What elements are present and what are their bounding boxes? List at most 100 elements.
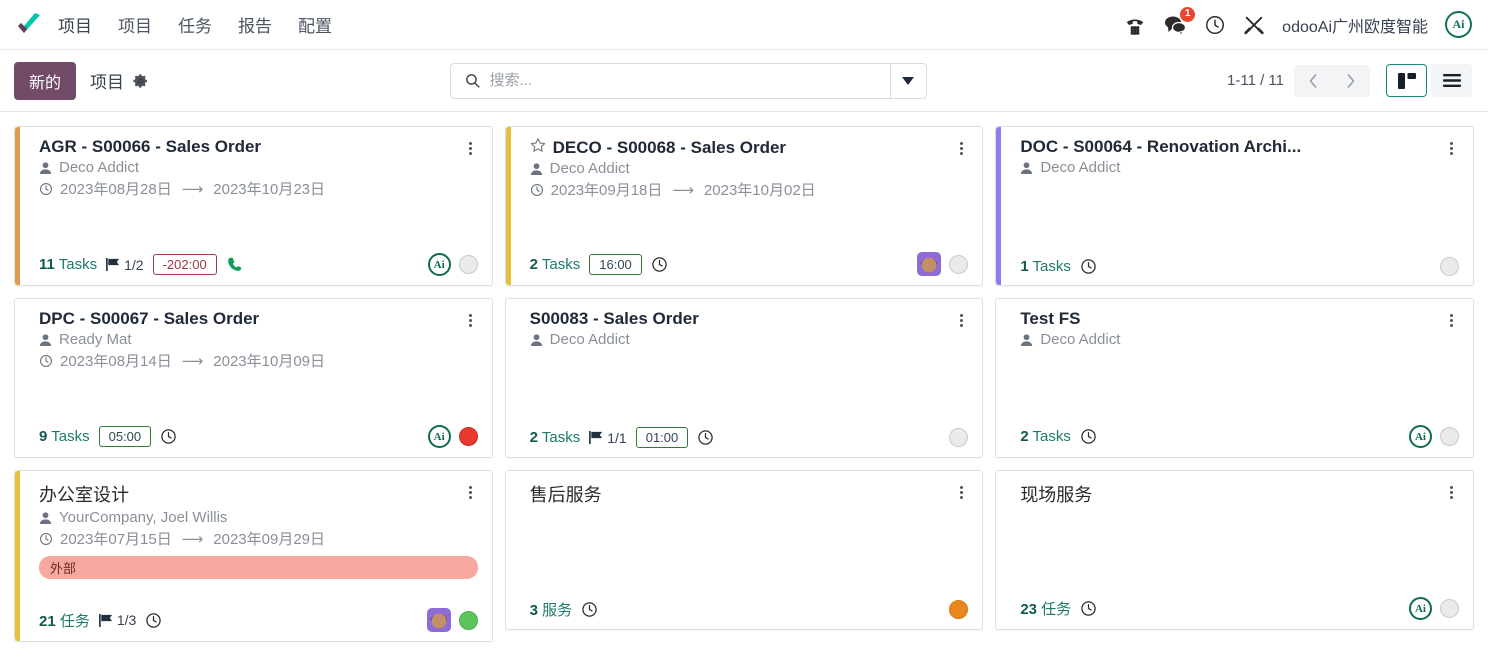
- card-header: S00083 - Sales Order: [530, 309, 969, 329]
- card-menu-button[interactable]: [1445, 137, 1459, 155]
- card-milestone-flag[interactable]: 1/2: [106, 257, 144, 273]
- gear-icon[interactable]: [133, 73, 149, 89]
- assignee-avatar-photo[interactable]: [917, 252, 942, 276]
- timesheet-clock-icon[interactable]: [145, 612, 162, 629]
- card-footer: 2 Tasks 1/1 01:00: [530, 427, 969, 448]
- assignee-avatar-ai[interactable]: Ai: [427, 425, 451, 448]
- card-menu-button[interactable]: [464, 137, 478, 155]
- pager-value[interactable]: 1-11 / 11: [1227, 72, 1284, 89]
- user-avatar[interactable]: Ai: [1445, 11, 1472, 38]
- search-input[interactable]: [489, 63, 890, 98]
- assignee-avatar-ai[interactable]: Ai: [1408, 597, 1432, 620]
- assignee-avatar-ai[interactable]: Ai: [427, 253, 451, 276]
- phone-call-icon[interactable]: [226, 256, 243, 273]
- card-tasks-count[interactable]: 1 Tasks: [1020, 258, 1071, 275]
- card-time-badge[interactable]: 01:00: [635, 427, 689, 448]
- timesheet-clock-icon[interactable]: [651, 256, 668, 273]
- tools-icon[interactable]: [1243, 14, 1265, 36]
- card-footer-right: Ai: [1408, 597, 1459, 620]
- card-date-start: 2023年09月18日: [550, 182, 663, 199]
- card-tasks-count[interactable]: 21 任务: [39, 610, 90, 631]
- favorite-star-icon[interactable]: [530, 137, 546, 158]
- nav-item-projects[interactable]: 项目: [118, 12, 152, 37]
- card-status-dot[interactable]: [949, 254, 969, 274]
- project-card[interactable]: 售后服务 3 服务: [504, 470, 984, 630]
- odoo-checkmark-logo[interactable]: [14, 10, 44, 40]
- pager-previous-button[interactable]: [1294, 64, 1332, 97]
- project-card[interactable]: Test FS Deco Addict 2 Tasks Ai: [995, 298, 1474, 458]
- timesheet-clock-icon[interactable]: [581, 601, 598, 618]
- card-title: 现场服务: [1020, 485, 1093, 505]
- kanban-view-button[interactable]: [1386, 64, 1427, 97]
- top-navbar: 项目 项目 任务 报告 配置 1 odooAi广州欧度智能 Ai: [0, 0, 1488, 50]
- card-status-dot[interactable]: [1439, 599, 1459, 618]
- card-menu-button[interactable]: [1445, 309, 1459, 327]
- nav-item-configuration[interactable]: 配置: [298, 12, 332, 37]
- card-milestone-flag[interactable]: 1/3: [98, 612, 136, 628]
- card-menu-button[interactable]: [1445, 481, 1459, 499]
- card-status-dot[interactable]: [1439, 257, 1459, 276]
- card-status-dot[interactable]: [458, 610, 478, 630]
- timesheet-clock-icon[interactable]: [1080, 258, 1097, 275]
- card-menu-button[interactable]: [464, 309, 478, 327]
- card-spacer: [530, 348, 969, 427]
- card-menu-button[interactable]: [954, 481, 968, 499]
- card-time-badge[interactable]: 05:00: [98, 426, 152, 447]
- card-menu-button[interactable]: [954, 137, 968, 155]
- assignee-avatar-ai[interactable]: Ai: [1408, 425, 1432, 448]
- pager-next-button[interactable]: [1332, 64, 1370, 97]
- project-card[interactable]: 办公室设计 YourCompany, Joel Willis 2023年07月15日…: [14, 470, 493, 642]
- timesheet-clock-icon[interactable]: [1080, 600, 1097, 617]
- card-status-dot[interactable]: [949, 428, 969, 447]
- card-time-badge[interactable]: 16:00: [589, 253, 642, 275]
- project-card[interactable]: AGR - S00066 - Sales Order Deco Addict 202…: [14, 126, 493, 286]
- project-card[interactable]: DOC - S00064 - Renovation Archi... Deco A…: [995, 126, 1474, 286]
- search-bar[interactable]: [449, 62, 927, 99]
- card-tasks-count[interactable]: 23 任务: [1020, 598, 1071, 619]
- person-icon: [1020, 333, 1033, 347]
- card-status-dot[interactable]: [458, 255, 478, 274]
- app-name[interactable]: 项目: [58, 12, 92, 37]
- card-tasks-count[interactable]: 2 Tasks: [530, 256, 581, 273]
- timesheet-clock-icon[interactable]: [697, 429, 714, 446]
- card-status-dot[interactable]: [1439, 427, 1459, 446]
- card-tasks-count[interactable]: 11 Tasks: [39, 256, 97, 273]
- clock-icon[interactable]: [1204, 14, 1226, 36]
- card-customer-name: Deco Addict: [59, 159, 140, 176]
- card-tag[interactable]: 外部: [39, 556, 478, 579]
- project-card[interactable]: 现场服务 23 任务 Ai: [995, 470, 1474, 630]
- new-button[interactable]: 新的: [14, 61, 77, 100]
- nav-item-tasks[interactable]: 任务: [178, 12, 212, 37]
- card-status-dot[interactable]: [949, 600, 969, 619]
- card-tasks-count[interactable]: 2 Tasks: [1020, 428, 1071, 445]
- chat-icon[interactable]: 1: [1163, 6, 1196, 36]
- view-switcher: [1386, 64, 1472, 97]
- kanban-column-cell: S00083 - Sales Order Deco Addict 2 Tasks 1/…: [499, 292, 990, 464]
- project-card[interactable]: DECO - S00068 - Sales Order Deco Addict 20…: [504, 126, 984, 286]
- timesheet-clock-icon[interactable]: [1080, 428, 1097, 445]
- card-tasks-count[interactable]: 3 服务: [530, 599, 573, 620]
- search-dropdown-toggle[interactable]: [889, 63, 926, 98]
- card-menu-button[interactable]: [954, 309, 968, 327]
- card-time-badge[interactable]: -202:00: [152, 254, 217, 275]
- card-milestone-flag[interactable]: 1/1: [589, 430, 627, 446]
- breadcrumb[interactable]: 项目: [90, 68, 124, 93]
- card-customer-line: Deco Addict: [530, 160, 969, 177]
- nav-item-reporting[interactable]: 报告: [238, 12, 272, 37]
- card-tasks-count[interactable]: 9 Tasks: [39, 428, 90, 445]
- project-card[interactable]: S00083 - Sales Order Deco Addict 2 Tasks 1/…: [504, 298, 984, 458]
- card-footer-right: Ai: [1408, 425, 1459, 448]
- phone-dialpad-icon[interactable]: [1124, 14, 1146, 36]
- navbar-systray: 1 odooAi广州欧度智能 Ai: [1124, 6, 1472, 38]
- assignee-avatar-photo[interactable]: [426, 608, 451, 632]
- user-menu-name[interactable]: odooAi广州欧度智能: [1282, 13, 1428, 37]
- card-customer-name: Deco Addict: [1040, 331, 1121, 348]
- date-arrow-icon: ⟶: [181, 352, 204, 370]
- card-menu-button[interactable]: [464, 481, 478, 499]
- card-tasks-count[interactable]: 2 Tasks: [530, 429, 581, 446]
- card-status-dot[interactable]: [458, 427, 478, 446]
- timesheet-clock-icon[interactable]: [160, 428, 177, 445]
- project-card[interactable]: DPC - S00067 - Sales Order Ready Mat 2023年…: [14, 298, 493, 458]
- list-view-button[interactable]: [1431, 64, 1472, 97]
- card-header: DOC - S00064 - Renovation Archi...: [1020, 137, 1459, 157]
